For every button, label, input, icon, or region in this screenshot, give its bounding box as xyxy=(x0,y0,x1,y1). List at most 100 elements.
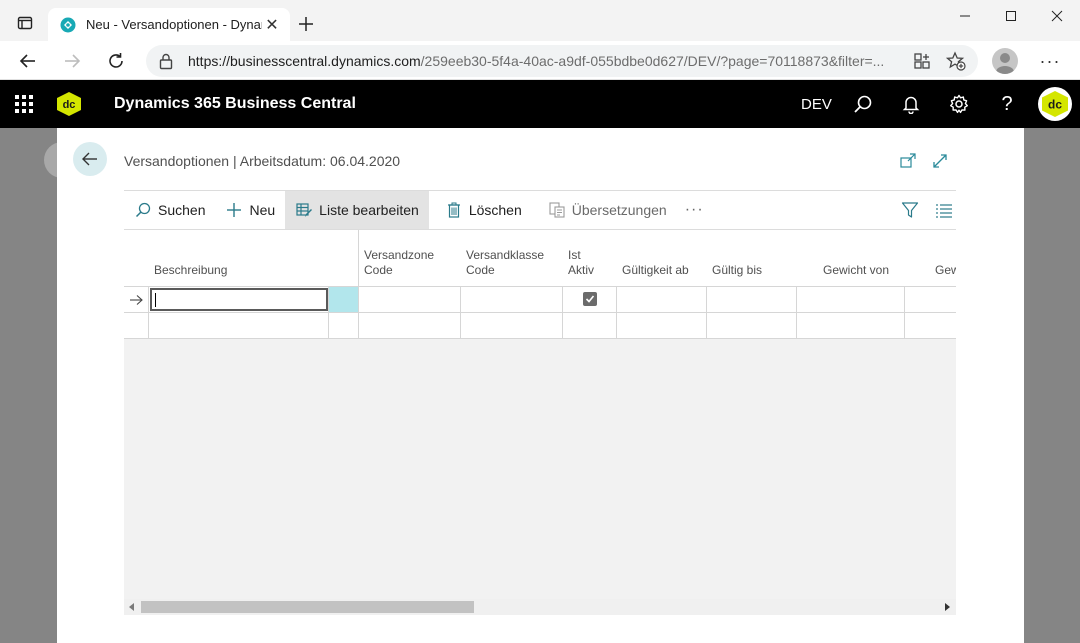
expand-icon[interactable] xyxy=(931,152,949,170)
add-favorite-icon[interactable] xyxy=(946,51,966,71)
browser-toolbar: https://businesscentral.dynamics.com/259… xyxy=(0,41,1080,80)
scroll-left-arrow-icon[interactable] xyxy=(124,599,140,615)
edit-list-label: Liste bearbeiten xyxy=(319,202,419,218)
cell-gueltigkeit-ab[interactable] xyxy=(617,313,707,338)
help-icon[interactable]: ? xyxy=(996,93,1018,115)
edit-list-icon xyxy=(295,201,313,219)
page-title: Versandoptionen | Arbeitsdatum: 06.04.20… xyxy=(124,153,401,169)
open-new-window-icon[interactable] xyxy=(899,152,917,170)
cell-gewicht-bis[interactable] xyxy=(905,313,956,338)
profile-avatar[interactable] xyxy=(992,48,1018,74)
trash-icon xyxy=(445,201,463,219)
column-header-versandzone-code[interactable]: Versandzone Code xyxy=(364,248,434,278)
column-header-beschreibung[interactable]: Beschreibung xyxy=(154,263,227,278)
refresh-icon xyxy=(109,53,123,68)
business-central-favicon-icon xyxy=(60,17,76,33)
plus-icon xyxy=(299,17,313,31)
cell-ist-aktiv[interactable] xyxy=(563,313,617,338)
beschreibung-input[interactable] xyxy=(150,288,328,311)
search-icon xyxy=(134,201,152,219)
cell-gewicht-von[interactable] xyxy=(797,313,905,338)
cell-versandzone-code[interactable] xyxy=(359,287,461,312)
cell-versandzone-code[interactable] xyxy=(359,313,461,338)
app-available-icon[interactable] xyxy=(912,51,932,71)
data-grid: Beschreibung Versandzone Code Versandklas… xyxy=(124,230,956,615)
cell-gewicht-von[interactable] xyxy=(797,287,905,312)
settings-gear-icon[interactable] xyxy=(948,93,970,115)
person-icon xyxy=(996,53,1014,74)
column-separator xyxy=(358,230,359,287)
horizontal-scrollbar[interactable] xyxy=(124,599,956,615)
column-header-ist-aktiv[interactable]: Ist Aktiv xyxy=(568,248,594,278)
search-icon[interactable] xyxy=(852,93,874,115)
refresh-button[interactable] xyxy=(100,45,132,77)
more-actions-button[interactable]: ··· xyxy=(677,201,712,219)
search-button[interactable]: Suchen xyxy=(124,191,215,229)
svg-text:dc: dc xyxy=(1048,97,1062,111)
column-header-versandklasse-code[interactable]: Versandklasse Code xyxy=(466,248,544,278)
svg-text:dc: dc xyxy=(63,99,76,111)
translate-icon xyxy=(548,201,566,219)
cell-assist-marker[interactable] xyxy=(329,287,359,312)
browser-titlebar: Neu - Versandoptionen - Dynam ✕ xyxy=(0,0,1080,41)
list-view-icon[interactable] xyxy=(934,200,954,220)
filter-icon[interactable] xyxy=(900,200,920,220)
close-icon xyxy=(1051,10,1063,22)
maximize-button[interactable] xyxy=(988,0,1034,32)
cell-gueltig-bis[interactable] xyxy=(707,313,797,338)
row-indicator-arrow-icon xyxy=(124,287,149,312)
minimize-icon xyxy=(960,15,970,17)
cell-gewicht-bis[interactable] xyxy=(905,287,956,312)
table-row[interactable] xyxy=(124,287,956,313)
browser-tab[interactable]: Neu - Versandoptionen - Dynam ✕ xyxy=(48,8,290,41)
cell-beschreibung[interactable] xyxy=(149,313,329,338)
url-host: https://businesscentral.dynamics.com xyxy=(188,53,421,69)
text-caret xyxy=(155,293,156,307)
close-window-button[interactable] xyxy=(1034,0,1080,32)
translations-button[interactable]: Übersetzungen xyxy=(538,191,677,229)
edit-list-button[interactable]: Liste bearbeiten xyxy=(285,191,429,229)
back-button[interactable] xyxy=(73,142,107,176)
translations-label: Übersetzungen xyxy=(571,202,667,218)
column-header-gueltig-bis[interactable]: Gültig bis xyxy=(712,263,762,278)
back-nav-button[interactable] xyxy=(12,45,44,77)
search-label: Suchen xyxy=(158,202,206,218)
app-launcher-icon[interactable] xyxy=(14,94,34,114)
action-bar: Suchen Neu Liste bearbeiten Löschen Über… xyxy=(124,190,956,230)
column-header-gueltigkeit-ab[interactable]: Gültigkeit ab xyxy=(622,263,689,278)
delete-label: Löschen xyxy=(468,202,522,218)
forward-nav-button[interactable] xyxy=(56,45,88,77)
cell-gueltig-bis[interactable] xyxy=(707,287,797,312)
tab-close-icon[interactable]: ✕ xyxy=(262,15,282,35)
url-text: https://businesscentral.dynamics.com/259… xyxy=(188,53,888,69)
checkmark-icon xyxy=(585,295,595,303)
minimize-button[interactable] xyxy=(942,0,988,32)
environment-label: DEV xyxy=(801,96,832,113)
tab-actions-button[interactable] xyxy=(8,8,42,38)
delete-button[interactable]: Löschen xyxy=(435,191,532,229)
scroll-right-arrow-icon[interactable] xyxy=(940,599,956,615)
new-tab-button[interactable] xyxy=(292,10,320,38)
column-header-gewicht-bis[interactable]: Gew xyxy=(935,263,956,278)
company-logo: dc xyxy=(57,92,81,116)
maximize-icon xyxy=(1006,11,1016,21)
bc-app-header: dc Dynamics 365 Business Central DEV ? d… xyxy=(0,80,1080,128)
cell-gueltigkeit-ab[interactable] xyxy=(617,287,707,312)
ist-aktiv-checkbox[interactable] xyxy=(583,292,597,306)
table-row[interactable] xyxy=(124,313,956,339)
scrollbar-thumb[interactable] xyxy=(141,601,474,613)
browser-menu-button[interactable]: ··· xyxy=(1036,47,1064,75)
address-bar[interactable]: https://businesscentral.dynamics.com/259… xyxy=(146,45,978,77)
cell-assist-marker[interactable] xyxy=(329,313,359,338)
page-dialog: Versandoptionen | Arbeitsdatum: 06.04.20… xyxy=(57,128,1024,643)
cell-versandklasse-code[interactable] xyxy=(461,313,563,338)
user-logo-icon: dc xyxy=(1042,91,1068,117)
cell-versandklasse-code[interactable] xyxy=(461,287,563,312)
new-button[interactable]: Neu xyxy=(215,191,285,229)
notification-bell-icon[interactable] xyxy=(900,93,922,115)
column-header-gewicht-von[interactable]: Gewicht von xyxy=(823,263,889,278)
arrow-right-icon xyxy=(65,54,81,68)
arrow-left-icon xyxy=(82,152,97,166)
new-label: Neu xyxy=(249,202,276,218)
user-avatar[interactable]: dc xyxy=(1038,87,1072,121)
